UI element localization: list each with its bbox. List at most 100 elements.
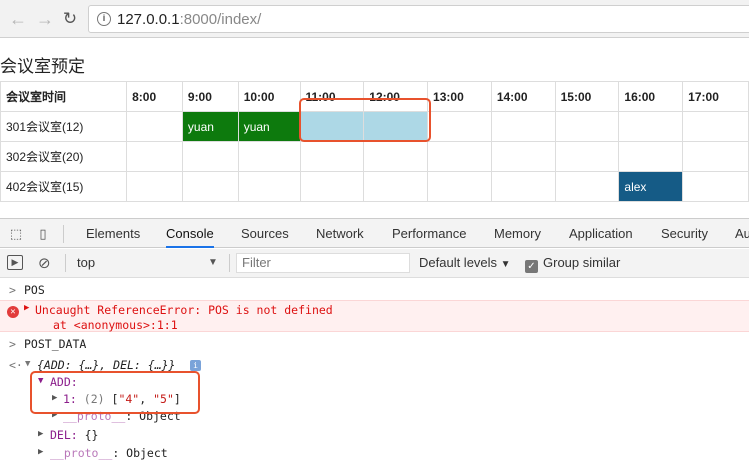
forward-arrow-icon[interactable]: →	[35, 9, 55, 29]
tab-sources[interactable]: Sources	[241, 226, 289, 241]
time-slot[interactable]	[181, 141, 239, 172]
console-input-line: > POST_DATA	[0, 336, 749, 354]
url-text[interactable]: 127.0.0.1:8000/index/	[117, 11, 261, 28]
collapse-arrow-icon[interactable]: ▼	[25, 359, 30, 369]
address-bar[interactable]: i 127.0.0.1:8000/index/	[88, 5, 749, 33]
log-levels-select[interactable]: Default levels ▼	[419, 255, 511, 270]
time-slot[interactable]	[237, 171, 301, 202]
clear-console-icon[interactable]: ⊘	[38, 254, 51, 272]
tab-console[interactable]: Console	[166, 226, 214, 248]
header-hour: 14:00	[490, 81, 556, 112]
back-arrow-icon[interactable]: ←	[8, 9, 28, 29]
tab-performance[interactable]: Performance	[392, 226, 466, 241]
dropdown-arrow-icon: ▼	[500, 259, 511, 270]
room-name: 302会议室(20)	[0, 141, 128, 172]
result-chevron-icon: <·	[9, 358, 23, 372]
time-slot[interactable]	[427, 111, 492, 142]
room-name: 402会议室(15)	[0, 171, 128, 202]
prompt-chevron-icon: >	[9, 337, 16, 351]
del-entry: DEL: {}	[50, 428, 98, 442]
table-row: 302会议室(20)	[0, 141, 749, 172]
sidebar-toggle-icon[interactable]: ▶	[7, 255, 23, 270]
add-highlight	[30, 371, 200, 414]
browser-toolbar: ← → ↻ i 127.0.0.1:8000/index/	[0, 0, 749, 38]
page-title: 会议室预定	[0, 57, 85, 76]
time-slot[interactable]	[237, 141, 301, 172]
time-slot[interactable]	[181, 171, 239, 202]
header-hour: 10:00	[237, 81, 301, 112]
time-slot[interactable]	[126, 111, 183, 142]
reload-icon[interactable]: ↻	[60, 9, 80, 29]
console-error: ✕ ▶ Uncaught ReferenceError: POS is not …	[0, 300, 749, 332]
header-hour: 9:00	[181, 81, 239, 112]
time-slot[interactable]	[554, 171, 620, 202]
property-key: __proto__	[50, 446, 113, 460]
group-similar-label: Group similar	[543, 255, 621, 270]
url-host: 127.0.0.1	[117, 11, 180, 28]
property-value: {}	[77, 428, 99, 442]
time-slot[interactable]	[427, 171, 492, 202]
expand-arrow-icon[interactable]: ▶	[38, 447, 43, 457]
checkbox-checked-icon: ✓	[525, 260, 538, 273]
time-slot[interactable]	[363, 171, 429, 202]
error-message: Uncaught ReferenceError: POS is not defi…	[35, 303, 333, 317]
time-slot[interactable]	[126, 171, 183, 202]
time-slot[interactable]	[554, 111, 620, 142]
inspect-element-icon[interactable]: ⬚	[8, 226, 24, 242]
console-toolbar: ▶ ⊘ top ▼ Filter Default levels ▼ ✓ Group…	[0, 249, 749, 278]
error-location: at <anonymous>:1:1	[53, 318, 178, 332]
tree-node-proto: ▶ __proto__: Object	[0, 445, 749, 462]
object-summary[interactable]: {ADD: {…}, DEL: {…}}	[37, 358, 175, 372]
time-slot[interactable]	[682, 171, 749, 202]
time-slot[interactable]	[490, 111, 556, 142]
selection-highlight	[299, 98, 431, 142]
tab-memory[interactable]: Memory	[494, 226, 541, 241]
header-hour: 13:00	[427, 81, 492, 112]
expand-arrow-icon[interactable]: ▶	[38, 429, 43, 439]
tab-network[interactable]: Network	[316, 226, 364, 241]
tab-security[interactable]: Security	[661, 226, 708, 241]
time-slot[interactable]	[554, 141, 620, 172]
expand-arrow-icon[interactable]: ▶	[24, 303, 29, 313]
table-row: 402会议室(15) alex	[0, 171, 749, 202]
console-command: POS	[24, 283, 45, 297]
console-command: POST_DATA	[24, 337, 87, 351]
tab-application[interactable]: Application	[569, 226, 633, 241]
time-slot-booked[interactable]: yuan	[237, 111, 301, 142]
info-badge-icon[interactable]: i	[190, 360, 201, 371]
time-slot-booked[interactable]: yuan	[181, 111, 239, 142]
property-key: DEL:	[50, 428, 78, 442]
divider	[63, 225, 64, 243]
time-slot[interactable]	[490, 171, 556, 202]
proto-entry: __proto__: Object	[50, 446, 168, 460]
time-slot[interactable]	[363, 141, 429, 172]
prompt-chevron-icon: >	[9, 283, 16, 297]
time-slot[interactable]	[490, 141, 556, 172]
dropdown-arrow-icon[interactable]: ▼	[208, 257, 218, 268]
header-hour: 15:00	[554, 81, 620, 112]
tab-elements[interactable]: Elements	[86, 226, 140, 241]
header-hour: 8:00	[126, 81, 183, 112]
time-slot[interactable]	[427, 141, 492, 172]
device-toolbar-icon[interactable]: ▯	[35, 226, 51, 242]
divider	[65, 254, 66, 272]
time-slot[interactable]	[126, 141, 183, 172]
time-slot[interactable]	[299, 141, 365, 172]
site-info-icon[interactable]: i	[97, 12, 111, 26]
time-slot[interactable]	[299, 171, 365, 202]
time-slot-booked[interactable]: alex	[618, 171, 684, 202]
filter-input[interactable]: Filter	[236, 253, 410, 273]
error-icon: ✕	[7, 306, 19, 318]
time-slot[interactable]	[618, 111, 684, 142]
time-slot[interactable]	[682, 141, 749, 172]
log-levels-label: Default levels	[419, 255, 498, 270]
tab-audits[interactable]: Au	[735, 226, 749, 241]
devtools-tabbar: ⬚ ▯ Elements Console Sources Network Per…	[0, 218, 749, 248]
header-room-time: 会议室时间	[0, 81, 128, 112]
console-input-line: > POS	[0, 282, 749, 300]
time-slot[interactable]	[618, 141, 684, 172]
time-slot[interactable]	[682, 111, 749, 142]
context-select[interactable]: top	[77, 255, 95, 270]
group-similar-checkbox[interactable]: ✓ Group similar	[525, 255, 620, 273]
room-name: 301会议室(12)	[0, 111, 128, 142]
